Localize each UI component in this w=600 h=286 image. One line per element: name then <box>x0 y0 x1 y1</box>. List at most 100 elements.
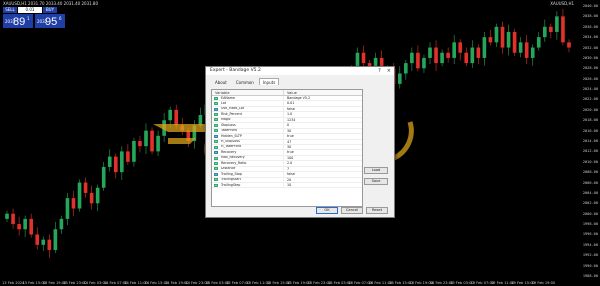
numeric-param-icon <box>214 145 218 149</box>
candle-body <box>482 37 487 58</box>
dialog-title: Expert - Bandage V5.2 <box>210 68 261 73</box>
price-tick-label: 2014.00 <box>582 139 598 143</box>
param-name-cell: Hidden_SLTP <box>212 134 284 139</box>
param-name-cell: Magic <box>212 117 284 123</box>
param-value[interactable]: 20 <box>284 178 362 182</box>
numeric-param-icon <box>214 183 218 187</box>
candle-body <box>41 239 46 245</box>
inputs-table: Variable Value EAName Bandage V5.2 Lot 0.01… <box>211 89 363 207</box>
candle-body <box>83 182 88 193</box>
numeric-param-icon <box>214 129 218 133</box>
param-name: Recovery_Ratio <box>221 161 247 165</box>
lot-size-input[interactable]: 0.01 <box>18 7 42 13</box>
candle-body <box>397 73 402 84</box>
candle-body <box>561 16 565 43</box>
candle-body <box>549 26 553 32</box>
help-button[interactable]: ? <box>378 67 381 75</box>
candle-body <box>5 213 9 219</box>
candle-body <box>113 156 118 173</box>
param-value[interactable]: 0.01 <box>284 101 362 105</box>
candle-body <box>494 26 499 43</box>
candle-body <box>77 182 82 209</box>
param-value[interactable]: Bandage V5.2 <box>284 96 362 100</box>
price-tick-label: 2012.00 <box>582 149 598 154</box>
reset-button[interactable]: Reset <box>366 207 388 214</box>
param-value[interactable]: 7 <box>284 167 362 171</box>
param-name: Magic <box>221 117 231 122</box>
numeric-param-icon <box>214 140 218 144</box>
numeric-param-icon <box>214 102 218 106</box>
candle-body <box>428 47 432 58</box>
numeric-param-icon <box>214 161 218 165</box>
bid-price-box[interactable]: 2031 89 1 <box>3 14 33 28</box>
param-value[interactable]: 10 <box>284 183 362 187</box>
price-tick-label: 1990.00 <box>582 263 598 268</box>
table-row[interactable]: TrailingStep 10 <box>212 183 362 189</box>
price-tick-label: 2004.00 <box>582 190 598 195</box>
close-button[interactable]: × <box>387 67 391 75</box>
ask-price-box[interactable]: 2032 95 6 <box>35 14 65 28</box>
price-tick-label: 2024.00 <box>582 87 598 92</box>
price-tick-label: 2020.00 <box>582 107 598 112</box>
buy-button[interactable]: BUY <box>43 7 57 13</box>
candle-body <box>452 42 456 58</box>
candle-body <box>464 52 469 64</box>
numeric-param-icon <box>214 178 218 182</box>
param-value[interactable]: 30 <box>284 129 362 133</box>
param-value[interactable]: 100 <box>284 156 362 160</box>
tab-about[interactable]: About <box>211 78 231 85</box>
param-value[interactable]: 47 <box>284 140 362 144</box>
candle-body <box>71 198 76 209</box>
param-name-cell: Lot <box>212 101 284 106</box>
price-tick-label: 2028.00 <box>582 66 598 71</box>
save-button[interactable]: Save <box>364 178 388 185</box>
cancel-button[interactable]: Cancel <box>341 207 363 214</box>
param-name-cell: Risk_Percent <box>212 112 284 117</box>
candle-body <box>434 47 438 64</box>
param-name-cell: StopLoss <box>212 123 284 128</box>
tab-common[interactable]: Common <box>232 78 258 85</box>
param-name: EAName <box>221 96 236 100</box>
param-name: H_TakeProfit <box>221 144 242 149</box>
candle-body <box>53 229 58 251</box>
price-tick-label: 2026.00 <box>582 76 598 81</box>
param-value[interactable]: 30 <box>284 145 362 149</box>
param-value[interactable]: false <box>284 172 362 176</box>
param-value[interactable]: false <box>284 107 362 111</box>
numeric-param-icon <box>214 118 218 122</box>
param-name-cell: TrailingStep <box>212 183 284 188</box>
param-value[interactable]: 2.0 <box>284 161 362 165</box>
numeric-param-icon <box>214 156 218 160</box>
candle-body <box>524 42 529 58</box>
param-value[interactable]: true <box>284 134 362 138</box>
candle-body <box>120 151 124 173</box>
candle-body <box>198 115 203 126</box>
candle-body <box>174 109 179 126</box>
param-value[interactable]: true <box>284 150 362 154</box>
candle-body <box>416 52 420 69</box>
param-name: H_StopLoss <box>221 139 240 144</box>
tab-inputs[interactable]: Inputs <box>258 78 280 85</box>
one-click-trading-panel: SELL 0.01 BUY 2031 89 1 2032 95 6 <box>3 7 65 29</box>
table-body: EAName Bandage V5.2 Lot 0.01 Use_Fixed_Lot fa… <box>212 96 362 189</box>
column-variable[interactable]: Variable <box>212 90 284 95</box>
param-name: TakeProfit <box>221 128 237 133</box>
price-tick-label: 2000.00 <box>582 211 598 216</box>
boolean-param-icon <box>214 151 218 155</box>
column-value[interactable]: Value <box>284 90 362 95</box>
param-value[interactable]: 1.0 <box>284 112 362 116</box>
candle-body <box>150 130 154 152</box>
candle-body <box>65 198 70 219</box>
param-value[interactable]: 0 <box>284 123 362 127</box>
param-name-cell: Distance <box>212 166 284 172</box>
param-value[interactable]: 1234 <box>284 118 362 122</box>
load-button[interactable]: Load <box>364 167 388 174</box>
sell-button[interactable]: SELL <box>3 7 17 13</box>
time-tick-label: 13 Feb 2024 <box>2 281 25 285</box>
candle-body <box>542 26 547 38</box>
price-tick-label: 2008.00 <box>582 170 598 175</box>
chart-symbol-label: XAUUSD,H1 <box>550 1 574 6</box>
ok-button[interactable]: OK <box>316 207 338 214</box>
candle-body <box>470 47 475 64</box>
candle-body <box>476 47 481 58</box>
